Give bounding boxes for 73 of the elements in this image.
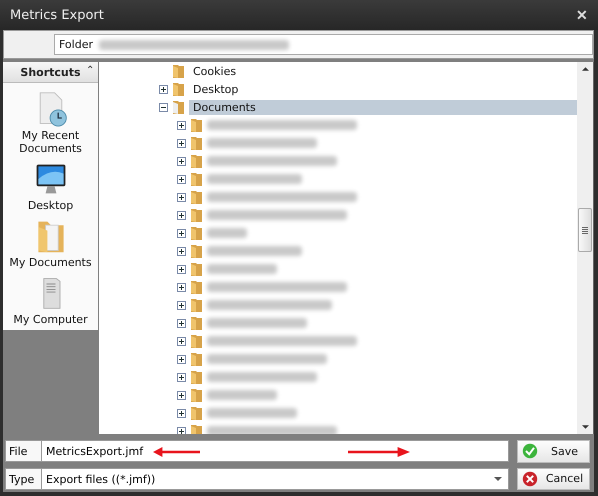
shortcut-item[interactable]: Desktop (3, 159, 98, 216)
tree-item[interactable]: Cookies (189, 64, 240, 78)
tree-item[interactable]: Desktop (189, 82, 242, 96)
panel-title: Shortcuts (20, 66, 81, 78)
expand-icon[interactable] (176, 390, 186, 400)
expand-icon[interactable] (176, 282, 186, 292)
arrow-annotation (348, 447, 410, 457)
field-label: Type (6, 469, 42, 489)
folder-icon (189, 261, 205, 277)
folder-icon (189, 135, 205, 151)
redacted-text (207, 390, 277, 400)
folder-icon (189, 189, 205, 205)
expand-icon[interactable] (176, 120, 186, 130)
expand-icon[interactable] (176, 354, 186, 364)
shortcut-item[interactable]: My Computer (3, 273, 98, 330)
field-label: Folder (59, 38, 93, 51)
tree-item[interactable]: Documents (189, 100, 577, 114)
field-value: Export files ((*.jmf)) (45, 472, 156, 486)
expand-icon[interactable] (176, 246, 186, 256)
expand-icon[interactable] (176, 210, 186, 220)
expand-icon[interactable] (176, 408, 186, 418)
file-type-dropdown[interactable]: Type Export files ((*.jmf)) (5, 468, 509, 490)
scrollbar[interactable] (577, 62, 594, 434)
folder-icon (171, 63, 187, 79)
folder-icon (189, 315, 205, 331)
field-value: MetricsExport.jmf (45, 444, 144, 458)
folder-icon (189, 153, 205, 169)
expand-icon[interactable] (158, 84, 168, 94)
shortcut-item[interactable]: My Documents (3, 216, 98, 273)
expand-icon[interactable] (176, 426, 186, 434)
folder-icon (189, 171, 205, 187)
file-name-field[interactable]: File MetricsExport.jmf (5, 440, 509, 462)
folder-icon (171, 81, 187, 97)
expand-icon[interactable] (176, 174, 186, 184)
folder-icon (171, 99, 187, 115)
close-button[interactable]: ✕ (572, 7, 592, 23)
expand-icon[interactable] (176, 138, 186, 148)
folder-icon (189, 279, 205, 295)
folder-icon (189, 387, 205, 403)
arrow-annotation (153, 447, 200, 457)
folder-icon (189, 297, 205, 313)
dropdown-caret-icon (494, 477, 502, 481)
folder-icon (189, 333, 205, 349)
scroll-up-icon[interactable] (582, 67, 588, 71)
shortcut-item[interactable]: My Recent Documents (3, 89, 98, 159)
field-label: File (6, 441, 42, 461)
redacted-text (207, 228, 247, 238)
save-button[interactable]: Save (517, 440, 590, 462)
checkmark-icon (522, 443, 538, 460)
collapse-icon[interactable] (158, 102, 168, 112)
folder-icon (189, 243, 205, 259)
expand-icon[interactable] (176, 372, 186, 382)
expand-icon[interactable] (176, 300, 186, 310)
folder-field[interactable]: Folder (54, 34, 593, 55)
scroll-thumb[interactable] (578, 208, 592, 252)
cancel-button[interactable]: Cancel (517, 468, 590, 490)
folder-icon (189, 369, 205, 385)
redacted-text (207, 264, 277, 274)
folder-icon (189, 117, 205, 133)
expand-icon[interactable] (176, 318, 186, 328)
scroll-down-icon[interactable] (582, 425, 588, 429)
expand-icon[interactable] (176, 336, 186, 346)
folder-icon (189, 405, 205, 421)
expand-icon[interactable] (176, 192, 186, 202)
expand-icon[interactable] (176, 156, 186, 166)
folder-icon (189, 225, 205, 241)
expand-icon[interactable] (176, 264, 186, 274)
collapse-button[interactable]: ⌃ (86, 64, 94, 76)
folder-icon (189, 207, 205, 223)
window-title: Metrics Export (10, 8, 104, 22)
cancel-icon (522, 470, 538, 487)
expand-icon[interactable] (176, 228, 186, 238)
folder-icon (189, 351, 205, 367)
